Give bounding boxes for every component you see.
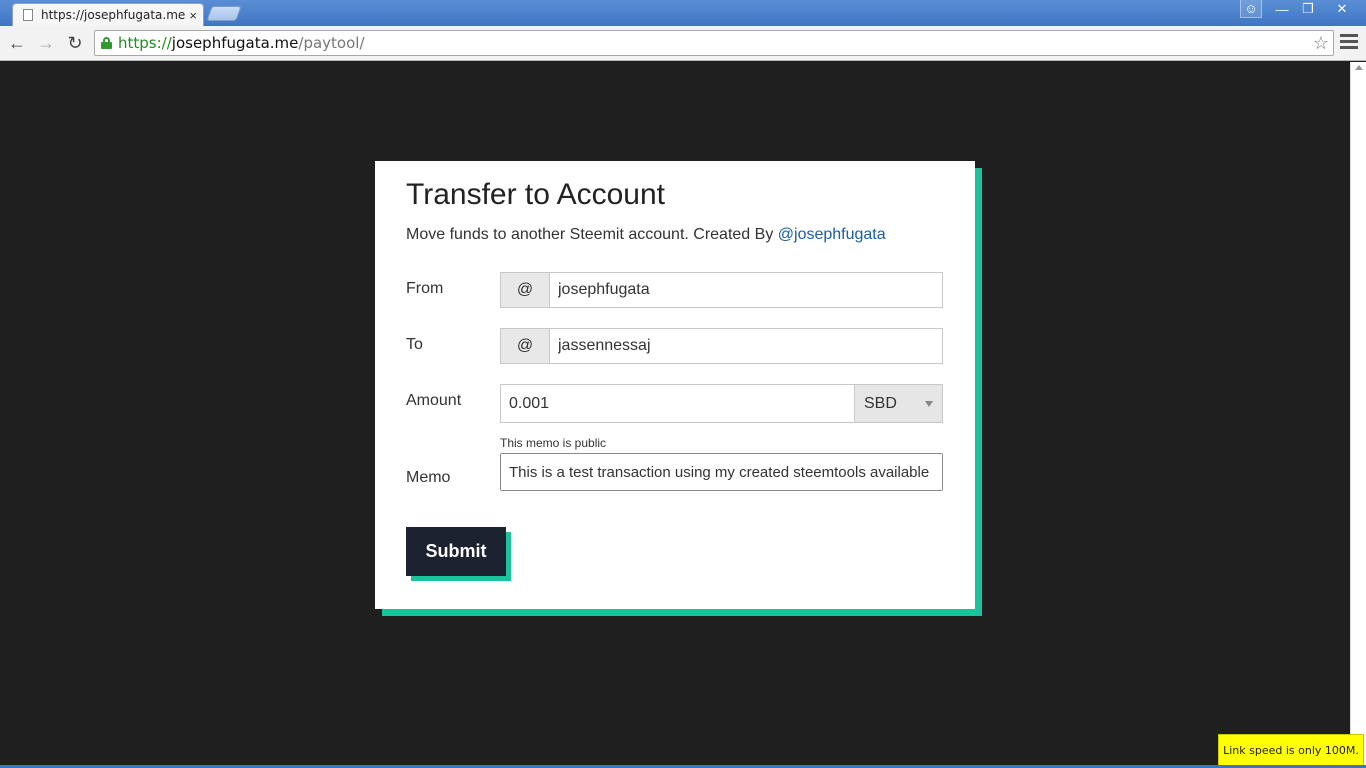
currency-selected-value: SBD [864,394,897,412]
to-at-prefix: @ [501,329,550,363]
submit-button[interactable]: Submit [406,527,506,576]
new-tab-button[interactable] [206,6,242,21]
window-close-icon[interactable]: ✕ [1322,0,1362,18]
to-input-group: @ [500,328,943,364]
to-field[interactable] [550,329,942,363]
url-host: josephfugata.me [171,34,299,52]
transfer-card: Transfer to Account Move funds to anothe… [375,161,975,609]
amount-input-group: SBD [500,384,943,423]
link-speed-notification[interactable]: Link speed is only 100M. [1218,734,1364,766]
to-label: To [406,336,423,353]
url-path: /paytool/ [298,34,365,52]
currency-select[interactable]: SBD [854,385,942,422]
scroll-up-arrow-icon[interactable] [1355,65,1363,70]
from-input-group: @ [500,272,943,308]
from-label: From [406,280,444,297]
from-field[interactable] [550,273,942,307]
restore-icon[interactable]: ❐ [1296,0,1320,18]
memo-field[interactable] [501,454,942,490]
back-arrow-icon[interactable]: ← [6,32,28,54]
amount-label: Amount [406,392,462,409]
lock-icon [101,37,112,49]
chevron-down-icon [925,401,933,407]
page-icon [23,9,33,21]
amount-field[interactable] [501,385,854,422]
url-text: https://josephfugata.me/paytool/ [118,34,365,52]
bookmark-star-icon[interactable]: ☆ [1313,33,1329,54]
browser-toolbar: ← → ↻ https://josephfugata.me/paytool/ ☆ [0,26,1366,61]
forward-arrow-icon[interactable]: → [35,32,57,54]
memo-input-group [500,453,943,491]
reload-icon[interactable]: ↻ [64,32,86,54]
memo-label: Memo [406,469,451,486]
author-link[interactable]: @josephfugata [778,226,886,243]
subtitle: Move funds to another Steemit account. C… [406,226,886,244]
url-scheme: https:// [118,34,172,52]
browser-titlebar: https://josephfugata.me/paytool/ × ☺ — ❐… [0,0,1366,26]
tab-close-icon[interactable]: × [189,8,197,23]
vertical-scrollbar[interactable] [1350,62,1366,768]
from-at-prefix: @ [501,273,550,307]
user-profile-icon[interactable]: ☺ [1240,0,1262,18]
memo-public-hint: This memo is public [500,436,607,450]
tab-title: https://josephfugata.me/paytool/ [41,8,186,22]
subtitle-text: Move funds to another Steemit account. C… [406,226,778,243]
page-title: Transfer to Account [406,178,666,211]
chrome-menu-icon[interactable] [1340,34,1358,52]
browser-tab[interactable]: https://josephfugata.me/paytool/ × [12,3,204,26]
minimize-icon[interactable]: — [1270,0,1294,18]
address-bar[interactable]: https://josephfugata.me/paytool/ ☆ [94,30,1334,56]
